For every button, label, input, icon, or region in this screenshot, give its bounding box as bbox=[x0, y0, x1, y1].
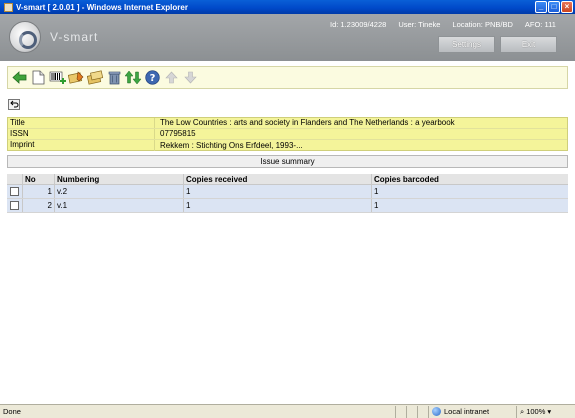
info-row-imprint: Imprint Rekkem : Stichting Ons Erfdeel, … bbox=[8, 140, 567, 151]
status-cell bbox=[406, 405, 417, 418]
edit-copies-icon[interactable] bbox=[68, 69, 85, 86]
info-label: ISSN bbox=[8, 129, 155, 139]
session-id: Id: 1.23009/4228 bbox=[330, 20, 387, 29]
info-row-title: Title The Low Countries : arts and socie… bbox=[8, 118, 567, 129]
sort-updown-icon[interactable] bbox=[125, 69, 142, 86]
row-select-checkbox[interactable] bbox=[10, 187, 19, 196]
cell-numbering: v.2 bbox=[54, 185, 183, 198]
help-icon[interactable]: ? bbox=[144, 69, 161, 86]
table-header-row: No Numbering Copies received Copies barc… bbox=[7, 174, 568, 185]
status-cell bbox=[417, 405, 428, 418]
chevron-down-icon: ▾ bbox=[547, 407, 552, 416]
info-row-issn: ISSN 07795815 bbox=[8, 129, 567, 140]
info-value: The Low Countries : arts and society in … bbox=[160, 118, 455, 127]
status-text: Done bbox=[3, 407, 21, 416]
cell-copies-barcoded: 1 bbox=[371, 199, 568, 212]
issue-summary-table: No Numbering Copies received Copies barc… bbox=[7, 174, 568, 213]
cell-copies-barcoded: 1 bbox=[371, 185, 568, 198]
info-label: Imprint bbox=[8, 140, 155, 151]
vsmart-logo-icon bbox=[9, 21, 41, 53]
info-label: Title bbox=[8, 118, 155, 128]
svg-text:?: ? bbox=[150, 73, 156, 84]
cell-copies-received: 1 bbox=[183, 185, 371, 198]
column-header-copies-barcoded[interactable]: Copies barcoded bbox=[371, 174, 568, 184]
security-zone: Local intranet bbox=[428, 405, 516, 418]
maximize-button[interactable]: □ bbox=[548, 1, 560, 13]
table-row[interactable]: 1 v.2 1 1 bbox=[7, 185, 568, 199]
status-cell bbox=[395, 405, 406, 418]
column-header-numbering[interactable]: Numbering bbox=[54, 174, 183, 184]
undo-arrow-icon bbox=[9, 100, 18, 108]
table-row[interactable]: 2 v.1 1 1 bbox=[7, 199, 568, 213]
browser-statusbar: Done Local intranet ⌕ 100% ▾ bbox=[0, 404, 575, 418]
move-down-icon[interactable] bbox=[182, 69, 199, 86]
cell-numbering: v.1 bbox=[54, 199, 183, 212]
copy-records-icon[interactable] bbox=[87, 69, 104, 86]
session-afo: AFO: 111 bbox=[524, 20, 556, 29]
session-location: Location: PNB/BD bbox=[452, 20, 513, 29]
row-select-checkbox[interactable] bbox=[10, 201, 19, 210]
header-select-cell bbox=[7, 174, 22, 184]
cell-no: 1 bbox=[22, 185, 54, 198]
cell-no: 2 bbox=[22, 199, 54, 212]
delete-trash-icon[interactable] bbox=[106, 69, 123, 86]
session-info: Id: 1.23009/4228 User: Tineke Location: … bbox=[330, 20, 556, 29]
info-value: 07795815 bbox=[160, 129, 196, 138]
back-arrow-icon[interactable] bbox=[11, 69, 28, 86]
app-header: V-smart Id: 1.23009/4228 User: Tineke Lo… bbox=[0, 14, 575, 61]
move-up-icon[interactable] bbox=[163, 69, 180, 86]
magnifier-icon: ⌕ bbox=[520, 406, 525, 416]
issue-summary-header: Issue summary bbox=[7, 155, 568, 168]
ie-app-icon bbox=[4, 2, 13, 12]
exit-button[interactable]: Exit bbox=[500, 36, 557, 53]
globe-icon bbox=[432, 407, 441, 416]
undo-button[interactable] bbox=[8, 99, 20, 110]
zoom-level: 100% bbox=[526, 407, 546, 416]
zone-label: Local intranet bbox=[444, 407, 490, 416]
new-document-icon[interactable] bbox=[30, 69, 47, 86]
cell-copies-received: 1 bbox=[183, 199, 371, 212]
minimize-button[interactable]: _ bbox=[535, 1, 547, 13]
session-user: User: Tineke bbox=[398, 20, 441, 29]
close-button[interactable]: × bbox=[561, 1, 573, 13]
window-titlebar: V-smart [ 2.0.01 ] - Windows Internet Ex… bbox=[0, 0, 575, 14]
info-value: Rekkem : Stichting Ons Erfdeel, 1993-... bbox=[160, 140, 303, 150]
brand-name: V-smart bbox=[50, 30, 99, 44]
zoom-control[interactable]: ⌕ 100% ▾ bbox=[516, 405, 552, 418]
record-info-panel: Title The Low Countries : arts and socie… bbox=[7, 117, 568, 151]
column-header-no[interactable]: No bbox=[22, 174, 54, 184]
toolbar: ? bbox=[7, 66, 568, 89]
settings-button[interactable]: Settings bbox=[438, 36, 495, 53]
column-header-copies-received[interactable]: Copies received bbox=[183, 174, 371, 184]
window-title: V-smart [ 2.0.01 ] - Windows Internet Ex… bbox=[16, 2, 188, 12]
barcode-add-icon[interactable] bbox=[49, 69, 66, 86]
